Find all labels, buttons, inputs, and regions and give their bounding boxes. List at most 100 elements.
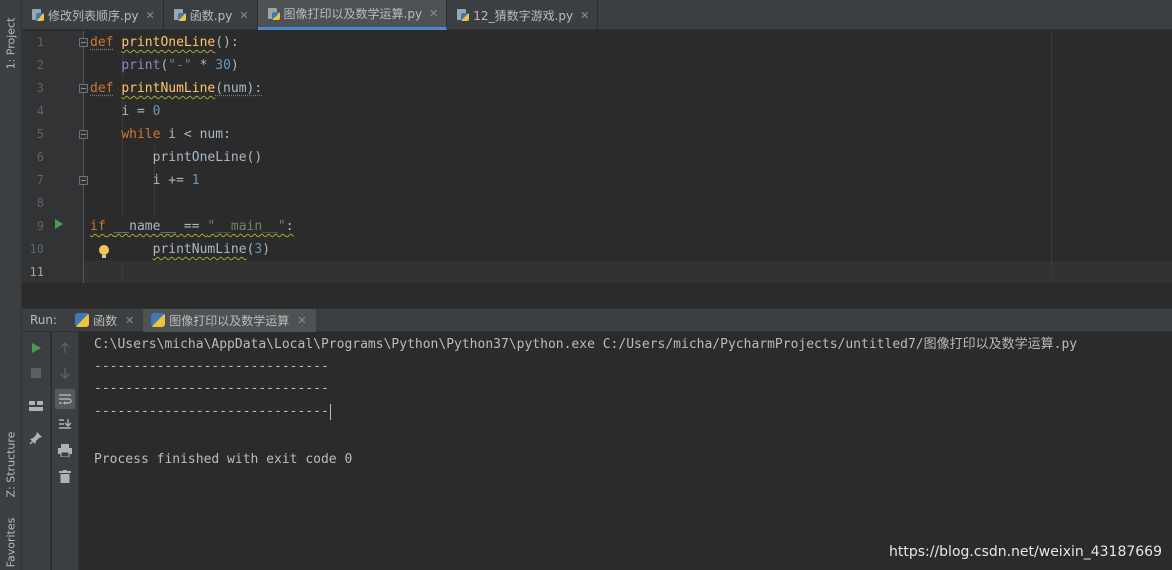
builtin-print: print bbox=[121, 58, 161, 73]
console-output-line: ------------------------------ bbox=[94, 381, 329, 396]
python-file-icon bbox=[173, 8, 187, 22]
soft-wrap-button[interactable] bbox=[55, 389, 75, 409]
clear-output-button[interactable] bbox=[55, 466, 75, 486]
pin-tab-button[interactable] bbox=[26, 428, 46, 448]
code-punct: : bbox=[285, 219, 294, 234]
code-operator: * bbox=[191, 58, 216, 73]
run-toolbar-right bbox=[52, 332, 79, 570]
editor-tab[interactable]: 12_猜数字游戏.py ✕ bbox=[447, 0, 599, 30]
number-literal: 30 bbox=[215, 58, 231, 73]
close-icon[interactable]: ✕ bbox=[125, 314, 134, 327]
line-number: 3 bbox=[36, 81, 44, 95]
favorites-tool-tab[interactable]: Favorites bbox=[0, 515, 22, 570]
run-tab[interactable]: 函数 ✕ bbox=[67, 309, 143, 332]
editor-tab-bar: 修改列表顺序.py ✕ 函数.py ✕ 图像打印以及数学运算.py ✕ 12_猜… bbox=[22, 0, 1172, 30]
code-text: i = bbox=[121, 104, 153, 119]
editor-tab-label: 函数.py bbox=[189, 8, 233, 23]
fold-marker-icon[interactable] bbox=[79, 38, 88, 47]
run-gutter-icon[interactable] bbox=[55, 219, 63, 229]
string-literal: "__main__" bbox=[207, 219, 286, 234]
project-tool-tab-label: 1: Project bbox=[4, 17, 18, 69]
print-button[interactable] bbox=[55, 440, 75, 460]
run-label: Run: bbox=[30, 313, 58, 327]
stop-icon bbox=[31, 368, 41, 378]
restore-layout-button[interactable] bbox=[26, 396, 46, 416]
play-icon bbox=[32, 343, 41, 353]
code-operator: == bbox=[176, 219, 208, 234]
left-tool-strip: 1: Project Z: Structure Favorites bbox=[0, 0, 22, 570]
console-output-text: ------------------------------ bbox=[94, 404, 329, 419]
code-line-10: printNumLine(3) bbox=[90, 238, 270, 261]
line-number: 8 bbox=[36, 196, 44, 210]
code-line-1: def printOneLine(): bbox=[90, 31, 239, 54]
stop-button[interactable] bbox=[26, 363, 46, 383]
scroll-end-icon bbox=[59, 419, 72, 429]
structure-tool-tab-label: Z: Structure bbox=[4, 431, 18, 497]
code-line-4: i = 0 bbox=[90, 100, 160, 123]
text-caret bbox=[329, 403, 331, 420]
fold-marker-icon[interactable] bbox=[79, 84, 88, 93]
code-text: printNumLine bbox=[152, 242, 247, 257]
structure-tool-tab[interactable]: Z: Structure bbox=[0, 425, 22, 503]
fold-marker-icon[interactable] bbox=[79, 130, 88, 139]
wrap-icon bbox=[59, 394, 72, 405]
scroll-up-button[interactable] bbox=[55, 338, 75, 358]
project-tool-tab[interactable]: 1: Project bbox=[0, 8, 22, 78]
python-file-icon bbox=[31, 8, 45, 22]
editor-gutter: 1 2 3 4 5 6 7 8 9 10 11 bbox=[22, 31, 84, 283]
close-icon[interactable]: ✕ bbox=[580, 9, 589, 22]
code-line-3: def printNumLine(num): bbox=[90, 77, 262, 100]
run-tab-active[interactable]: 图像打印以及数学运算 ✕ bbox=[143, 308, 316, 332]
code-text: i < num: bbox=[160, 127, 231, 142]
code-text: printOneLine() bbox=[152, 150, 263, 165]
code-line-9: if __name__ == "__main__": bbox=[90, 215, 294, 238]
python-file-icon bbox=[267, 7, 281, 21]
scroll-to-end-button[interactable] bbox=[55, 414, 75, 434]
close-icon[interactable]: ✕ bbox=[146, 9, 155, 22]
code-line-5: while i < num: bbox=[90, 123, 231, 146]
line-number: 5 bbox=[36, 127, 44, 141]
keyword-def: def bbox=[90, 35, 114, 50]
close-icon[interactable]: ✕ bbox=[429, 7, 438, 20]
code-editor[interactable]: 1 2 3 4 5 6 7 8 9 10 11 def printOneLine… bbox=[22, 31, 1172, 283]
editor-tab-label: 图像打印以及数学运算.py bbox=[283, 7, 423, 21]
scroll-down-button[interactable] bbox=[55, 363, 75, 383]
watermark-url: https://blog.csdn.net/weixin_43187669 bbox=[888, 544, 1162, 560]
right-margin-guide bbox=[1051, 31, 1052, 283]
number-literal: 0 bbox=[152, 104, 161, 119]
editor-tab[interactable]: 修改列表顺序.py ✕ bbox=[22, 0, 164, 30]
line-number: 10 bbox=[29, 242, 44, 256]
console-output[interactable]: C:\Users\micha\AppData\Local\Programs\Py… bbox=[94, 332, 1172, 570]
favorites-tool-tab-label: Favorites bbox=[4, 517, 18, 568]
run-tab-label: 函数 bbox=[93, 313, 118, 328]
python-file-icon bbox=[456, 8, 470, 22]
string-literal: "-" bbox=[168, 58, 192, 73]
run-tab-label: 图像打印以及数学运算 bbox=[169, 313, 290, 328]
line-number: 4 bbox=[36, 104, 44, 118]
close-icon[interactable]: ✕ bbox=[239, 9, 248, 22]
number-literal: 1 bbox=[191, 173, 200, 188]
code-punct: (): bbox=[215, 35, 239, 50]
current-line-highlight bbox=[22, 261, 1172, 283]
editor-tab[interactable]: 函数.py ✕ bbox=[164, 0, 258, 30]
code-line-2: print("-" * 30) bbox=[90, 54, 238, 77]
keyword-while: while bbox=[121, 127, 161, 142]
code-punct: (num): bbox=[215, 81, 263, 96]
run-tool-window: C:\Users\micha\AppData\Local\Programs\Py… bbox=[22, 332, 1172, 570]
rerun-button[interactable] bbox=[26, 338, 46, 358]
editor-tab-active[interactable]: 图像打印以及数学运算.py ✕ bbox=[257, 0, 448, 30]
fold-marker-icon[interactable] bbox=[79, 176, 88, 185]
console-output-line: ------------------------------ bbox=[94, 401, 331, 423]
layout-icon bbox=[29, 401, 43, 411]
function-name: printNumLine bbox=[121, 81, 216, 96]
python-run-icon bbox=[75, 313, 90, 327]
code-punct: ) bbox=[262, 242, 271, 257]
close-icon[interactable]: ✕ bbox=[297, 314, 306, 327]
indent-guide bbox=[122, 261, 123, 283]
keyword-def: def bbox=[90, 81, 114, 96]
arrow-up-icon bbox=[60, 342, 70, 353]
